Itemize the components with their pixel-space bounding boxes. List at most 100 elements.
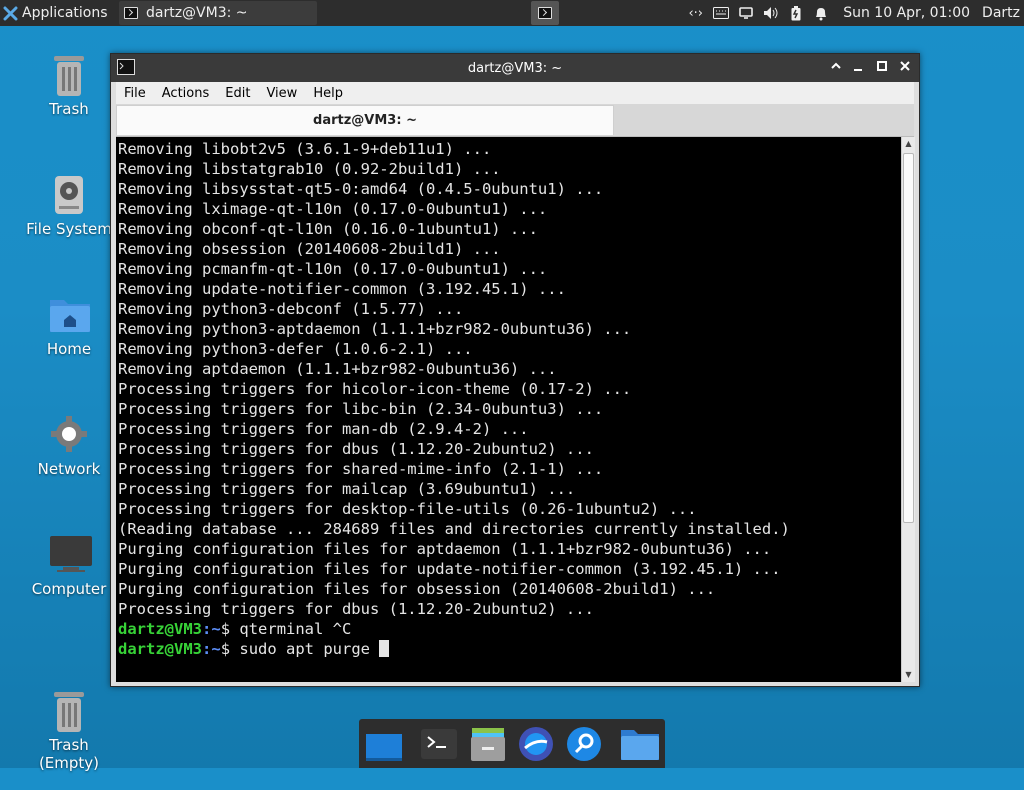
terminal-text: Removing libobt2v5 (3.6.1-9+deb11u1) ...…: [116, 137, 901, 659]
menu-view[interactable]: View: [258, 86, 305, 101]
prompt-separator: :: [202, 620, 212, 638]
terminal-icon[interactable]: [420, 725, 458, 763]
scroll-up-arrow-icon[interactable]: ▲: [903, 138, 914, 150]
desktop-icon-trash[interactable]: Trash: [19, 54, 119, 118]
terminal-line: Removing obconf-qt-l10n (0.16.0-1ubuntu1…: [118, 220, 538, 238]
terminal-line: Removing libstatgrab10 (0.92-2build1) ..…: [118, 160, 501, 178]
keyboard-icon[interactable]: [708, 0, 733, 26]
terminal-line: Purging configuration files for obsessio…: [118, 580, 716, 598]
taskbar-window-button[interactable]: dartz@VM3: ~: [119, 1, 317, 25]
close-button[interactable]: [896, 59, 914, 77]
terminal-icon: [124, 7, 138, 19]
workspace-icon[interactable]: [365, 725, 403, 763]
tab-bar: dartz@VM3: ~: [116, 104, 914, 137]
user-menu[interactable]: Dartz: [982, 5, 1020, 21]
clock[interactable]: Sun 10 Apr, 01:00: [843, 5, 970, 21]
desktop-icon-computer[interactable]: Computer: [19, 534, 119, 598]
prompt-sign: $: [220, 640, 231, 658]
terminal-line: Removing aptdaemon (1.1.1+bzr982-0ubuntu…: [118, 360, 557, 378]
prompt-path: ~: [211, 640, 221, 658]
desktop-icon-home[interactable]: Home: [19, 294, 119, 358]
dock: [359, 719, 665, 768]
menu-file[interactable]: File: [116, 86, 154, 101]
search-icon[interactable]: [565, 725, 603, 763]
terminal-line: Processing triggers for shared-mime-info…: [118, 460, 604, 478]
terminal-line: Removing obsession (20140608-2build1) ..…: [118, 240, 501, 258]
prompt-line: dartz@VM3:~$ sudo apt purge: [118, 640, 390, 658]
maximize-button[interactable]: [873, 59, 891, 77]
prompt-line: dartz@VM3:~$ qterminal ^C: [118, 620, 351, 638]
terminal-cursor: [379, 640, 390, 657]
terminal-line: Removing python3-defer (1.0.6-2.1) ...: [118, 340, 473, 358]
display-icon[interactable]: [733, 0, 758, 26]
workspace-switcher[interactable]: [531, 1, 559, 25]
folder-icon[interactable]: [620, 725, 659, 763]
terminal-line: Removing lximage-qt-l10n (0.17.0-0ubuntu…: [118, 200, 548, 218]
desktop-icon-label: File System: [26, 220, 112, 238]
applications-label: Applications: [22, 5, 108, 21]
minimize-button[interactable]: [849, 59, 867, 77]
computer-icon: [49, 534, 92, 574]
terminal-window[interactable]: dartz@VM3: ~ File Actions Edit View Help…: [110, 53, 920, 687]
menu-edit[interactable]: Edit: [217, 86, 258, 101]
terminal-line: Removing python3-aptdaemon (1.1.1+bzr982…: [118, 320, 632, 338]
applications-menu-button[interactable]: Applications: [0, 0, 108, 26]
window-title: dartz@VM3: ~: [467, 61, 563, 76]
menu-actions[interactable]: Actions: [154, 86, 218, 101]
notification-bell-icon[interactable]: [808, 0, 833, 26]
trash-icon: [49, 54, 89, 96]
browser-icon[interactable]: [517, 725, 555, 763]
prompt-separator: :: [202, 640, 212, 658]
file-manager-icon[interactable]: [469, 725, 507, 763]
terminal-line: Removing update-notifier-common (3.192.4…: [118, 280, 566, 298]
network-gear-icon: [49, 414, 89, 454]
menu-help[interactable]: Help: [305, 86, 351, 101]
terminal-scrollbar[interactable]: ▲ ▼: [901, 137, 915, 682]
terminal-output[interactable]: Removing libobt2v5 (3.6.1-9+deb11u1) ...…: [116, 137, 901, 682]
terminal-line: Purging configuration files for update-n…: [118, 560, 781, 578]
trash-empty-icon: [49, 672, 89, 732]
terminal-line: Removing python3-debconf (1.5.77) ...: [118, 300, 464, 318]
terminal-line: Processing triggers for libc-bin (2.34-0…: [118, 400, 604, 418]
terminal-line: Removing libobt2v5 (3.6.1-9+deb11u1) ...: [118, 140, 492, 158]
scrollbar-thumb[interactable]: [903, 153, 914, 523]
workspace-terminal-icon: [538, 7, 552, 19]
taskbar-window-title: dartz@VM3: ~: [146, 5, 248, 21]
terminal-line: Processing triggers for mailcap (3.69ubu…: [118, 480, 576, 498]
system-tray: ‹·› Sun 10 Apr, 01:00 Dartz: [683, 0, 1024, 26]
desktop-icon-file-system[interactable]: File System: [19, 174, 119, 238]
terminal-line: Processing triggers for dbus (1.12.20-2u…: [118, 440, 594, 458]
desktop-icon-label: Computer: [31, 580, 107, 598]
desktop-icon-label: Trash (Empty): [38, 736, 100, 772]
desktop-icon-label: Trash: [49, 100, 89, 118]
prompt-user-host: dartz@VM3: [118, 620, 202, 638]
desktop-icon-network[interactable]: Network: [19, 414, 119, 478]
terminal-line: Removing pcmanfm-qt-l10n (0.17.0-0ubuntu…: [118, 260, 548, 278]
shade-up-icon[interactable]: [827, 59, 845, 77]
terminal-line: Processing triggers for hicolor-icon-the…: [118, 380, 632, 398]
menu-bar: File Actions Edit View Help: [116, 82, 914, 104]
prompt-path: ~: [211, 620, 221, 638]
top-panel: Applications dartz@VM3: ~ ‹·› Sun 10 Apr…: [0, 0, 1024, 26]
prompt-user-host: dartz@VM3: [118, 640, 202, 658]
home-folder-icon: [49, 294, 90, 334]
battery-icon[interactable]: [783, 0, 808, 26]
terminal-line: (Reading database ... 284689 files and d…: [118, 520, 790, 538]
desktop-icon-label: Home: [46, 340, 92, 358]
terminal-line: Removing libsysstat-qt5-0:amd64 (0.4.5-0…: [118, 180, 604, 198]
xfce-logo-icon: [3, 6, 18, 21]
prompt-command: sudo apt purge: [230, 640, 380, 658]
drive-icon: [49, 174, 89, 214]
terminal-tab[interactable]: dartz@VM3: ~: [116, 105, 614, 135]
desktop-icon-trash-empty[interactable]: Trash (Empty): [19, 654, 119, 790]
terminal-line: Processing triggers for dbus (1.12.20-2u…: [118, 600, 594, 618]
terminal-line: Purging configuration files for aptdaemo…: [118, 540, 772, 558]
prompt-command: qterminal ^C: [230, 620, 352, 638]
terminal-line: Processing triggers for desktop-file-uti…: [118, 500, 697, 518]
volume-icon[interactable]: [758, 0, 783, 26]
desktop-icon-label: Network: [37, 460, 101, 478]
network-icon[interactable]: ‹·›: [683, 0, 708, 26]
window-titlebar[interactable]: dartz@VM3: ~: [111, 54, 919, 82]
scroll-down-arrow-icon[interactable]: ▼: [903, 669, 914, 681]
prompt-sign: $: [220, 620, 231, 638]
